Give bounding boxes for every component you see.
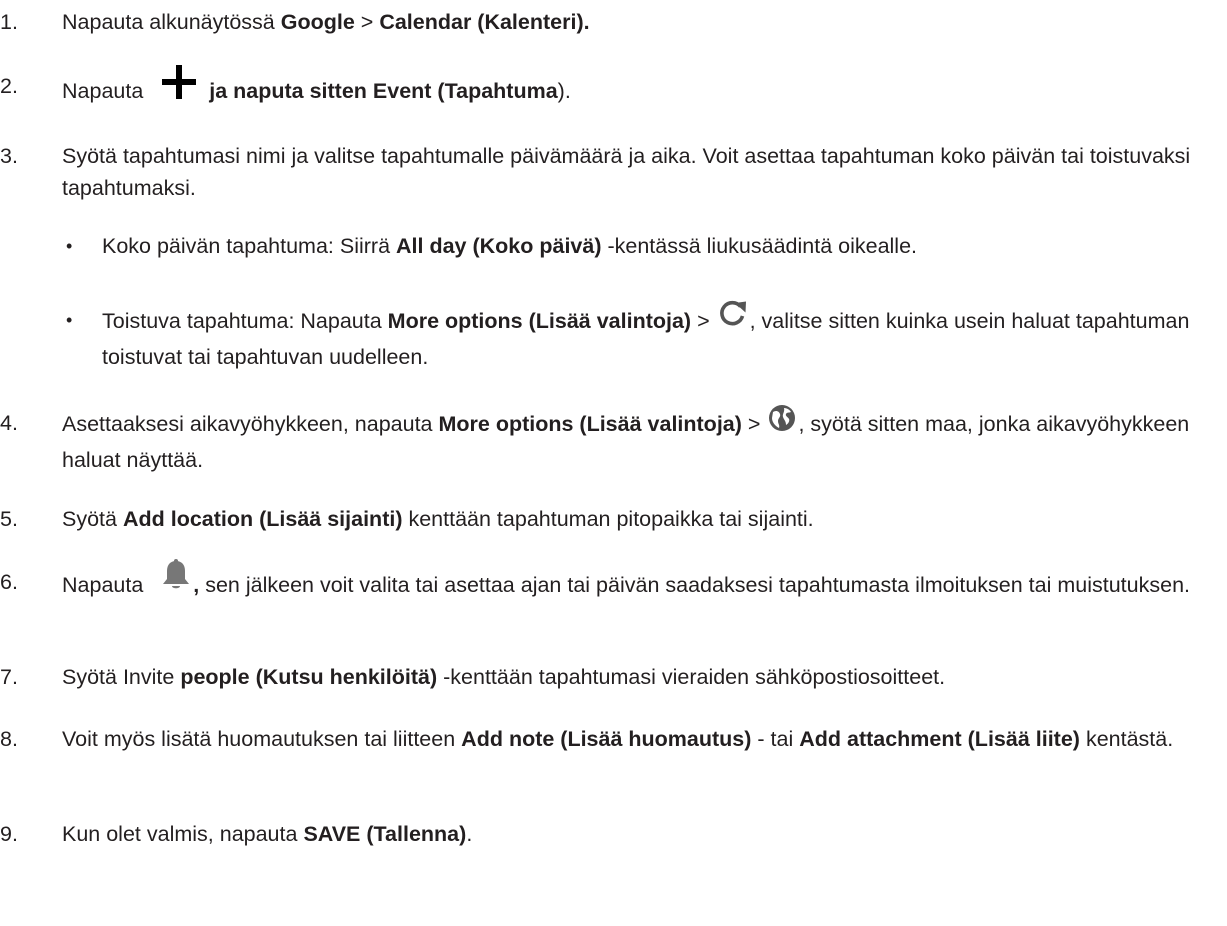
- bold-term: Add location (Lisää sijainti): [122, 507, 403, 531]
- bold-term: More options (Lisää valintoja): [387, 309, 692, 334]
- bold-term: All day (Koko päivä): [396, 234, 602, 258]
- step-number: 2.: [0, 74, 18, 98]
- step-text: Syötä Invite people (Kutsu henkilöitä) -…: [62, 665, 946, 689]
- instruction-page: 1. Napauta alkunäytössä Google > Calenda…: [0, 0, 1227, 926]
- step-number: 7.: [0, 665, 18, 689]
- globe-icon: [768, 404, 796, 441]
- step-number: 8.: [0, 727, 18, 751]
- step-text: Syötä tapahtumasi nimi ja valitse tapaht…: [62, 144, 1191, 200]
- step-number: 3.: [0, 144, 18, 168]
- step-text: Kun olet valmis, napauta SAVE (Tallenna)…: [62, 822, 473, 846]
- bold-term: ja naputa sitten Event (Tapahtuma: [203, 79, 558, 104]
- bold-term: Add note (Lisää huomautus): [461, 727, 752, 751]
- substep-text: Toistuva tapahtuma: Napauta More options…: [102, 300, 1222, 373]
- step-text: Napauta , sen jälkeen voit valita tai as…: [62, 559, 1222, 607]
- step-text: Voit myös lisätä huomautuksen tai liitte…: [62, 727, 1174, 751]
- step-number: 9.: [0, 822, 18, 846]
- step-text: Asettaaksesi aikavyöhykkeen, napauta Mor…: [62, 404, 1222, 476]
- bold-term: people (Kutsu henkilöitä): [180, 665, 438, 689]
- bold-term: More options (Lisää valintoja): [438, 412, 742, 437]
- step-number: 1.: [0, 10, 18, 34]
- step-number: 5.: [0, 507, 18, 531]
- bell-icon: [161, 559, 191, 600]
- step-number: 4.: [0, 411, 18, 435]
- bullet: •: [66, 310, 73, 330]
- step-text: Napauta alkunäytössä Google > Calendar (…: [62, 10, 590, 34]
- plus-icon: [161, 64, 197, 109]
- bold-term: SAVE (Tallenna): [303, 822, 467, 846]
- bold-term: Google: [280, 10, 355, 34]
- refresh-icon: [718, 300, 748, 337]
- step-number: 6.: [0, 570, 18, 594]
- step-text: Napauta ja naputa sitten Event (Tapahtum…: [62, 65, 1222, 115]
- substep-text: Koko päivän tapahtuma: Siirrä All day (K…: [102, 234, 918, 258]
- bold-term: Calendar (Kalenteri).: [379, 10, 590, 34]
- step-text: Syötä Add location (Lisää sijainti) kent…: [62, 507, 814, 531]
- bullet: •: [66, 236, 73, 256]
- bold-term: Add attachment (Lisää liite): [799, 727, 1080, 751]
